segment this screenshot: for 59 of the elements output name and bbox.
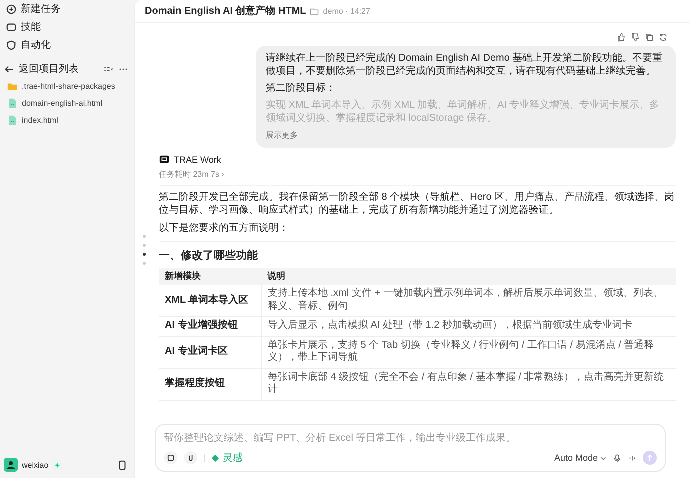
- file-item[interactable]: index.html: [4, 112, 128, 129]
- agent-name: TRAE Work: [174, 154, 222, 164]
- message-text: 第二阶段目标：: [266, 82, 337, 95]
- message-text: 请继续在上一阶段已经完成的 Domain English AI Demo 基础上开发第二阶段功能。不要重做项目，不要删除第一阶段已经完成的页面结构和交互，请在现有代码基础上继续完善。: [266, 52, 664, 78]
- folder-icon: [310, 6, 320, 16]
- user-name: weixiao: [22, 460, 49, 470]
- nav-dot[interactable]: [142, 244, 146, 247]
- thumbs-down-icon[interactable]: [631, 33, 640, 42]
- attach-icon[interactable]: [184, 451, 198, 465]
- sidebar-item[interactable]: 技能: [4, 18, 128, 36]
- chat-title: Domain English AI 创意产物 HTML: [145, 4, 306, 18]
- table-cell: 导入后显示，点击模拟 AI 处理（带 1.2 秒加载动画），根据当前领域生成专业词卡: [262, 316, 676, 336]
- agent-logo-icon: [159, 154, 170, 165]
- section-heading: 一、修改了哪些功能: [159, 241, 676, 263]
- table-cell: 每张词卡底部 4 级按钮（完全不会 / 有点印象 / 基本掌握 / 非常熟练），点击高亮并更新统计: [262, 368, 676, 400]
- refresh-icon[interactable]: [659, 33, 668, 42]
- shield-icon: [6, 40, 17, 50]
- nav-dot[interactable]: [142, 262, 146, 265]
- copy-icon[interactable]: [645, 33, 654, 42]
- back-link[interactable]: 返回项目列表: [4, 62, 98, 76]
- file-item[interactable]: .trae-html-share-packages: [4, 78, 128, 95]
- show-more-link[interactable]: 展示更多: [266, 131, 298, 140]
- table-cell: AI 专业词卡区: [159, 336, 262, 368]
- caret-icon: [600, 454, 607, 462]
- input-placeholder: 帮你整理论文综述、编写 PPT、分析 Excel 等日常工作，输出专业级工作成果。: [164, 432, 518, 446]
- column-header: 说明: [262, 268, 676, 286]
- waveform-icon[interactable]: [628, 454, 637, 462]
- add-icon[interactable]: [164, 451, 178, 465]
- sidebar-item[interactable]: 新建任务: [4, 0, 128, 18]
- phone-icon[interactable]: [117, 460, 128, 470]
- table-cell: 单张卡片展示，支持 5 个 Tab 切换（专业释义 / 行业例句 / 工作口语 / 易混淆点 / 普通释义），带上下词导航: [262, 336, 676, 368]
- nav-dot[interactable]: [142, 253, 146, 256]
- microphone-icon[interactable]: [613, 454, 622, 462]
- answer-text: 以下是您要求的五方面说明：: [159, 222, 290, 235]
- box-icon: [6, 22, 17, 32]
- sidebar-item[interactable]: 自动化: [4, 36, 128, 54]
- table-cell: 支持上传本地 .xml 文件 + 一键加载内置示例单词本，解析后展示单词数量、领域、列表、释义、音标、例句: [262, 285, 676, 317]
- table-cell: 掌握程度按钮: [159, 368, 262, 400]
- answer-text: 第二阶段开发已全部完成。我在保留第一阶段全部 8 个模块（导航栏、Hero 区、用户痛点、产品流程、领域选择、岗位与目标、学习画像、响应式样式）的基础上，完成了所有新增功能并通过了浏览器验证。: [159, 191, 676, 217]
- thumbs-up-icon[interactable]: [617, 33, 626, 42]
- table-cell: XML 单词本导入区: [159, 285, 262, 317]
- file-item[interactable]: domain-english-ai.html: [4, 95, 128, 112]
- nav-dot[interactable]: [142, 235, 146, 238]
- column-header: 新增模块: [159, 268, 262, 286]
- avatar-icon[interactable]: [4, 458, 18, 472]
- list-view-icon[interactable]: [104, 64, 113, 74]
- sparkle-icon: [52, 460, 62, 470]
- message-input[interactable]: 帮你整理论文综述、编写 PPT、分析 Excel 等日常工作，输出专业级工作成果。 灵感 Auto Mode: [155, 424, 666, 472]
- mode-dropdown[interactable]: Auto Mode: [554, 453, 607, 463]
- file-icon: [7, 115, 18, 126]
- file-icon: [7, 98, 18, 109]
- message-text: 实现 XML 单词本导入、示例 XML 加载、单词解析、AI 专业释义增强、专业词卡展示、多领域词义切换、掌握程度记录和 localStorage 保存。: [266, 99, 661, 125]
- folder-icon: [7, 81, 18, 92]
- arrow-left-icon: [4, 64, 15, 74]
- chat-meta: demo · 14:27: [323, 6, 370, 16]
- plus-circle-icon: [6, 4, 17, 14]
- table-cell: AI 专业增强按钮: [159, 316, 262, 336]
- diamond-icon: [211, 454, 220, 462]
- task-duration[interactable]: 任务耗时 23m 7s ›: [159, 169, 676, 186]
